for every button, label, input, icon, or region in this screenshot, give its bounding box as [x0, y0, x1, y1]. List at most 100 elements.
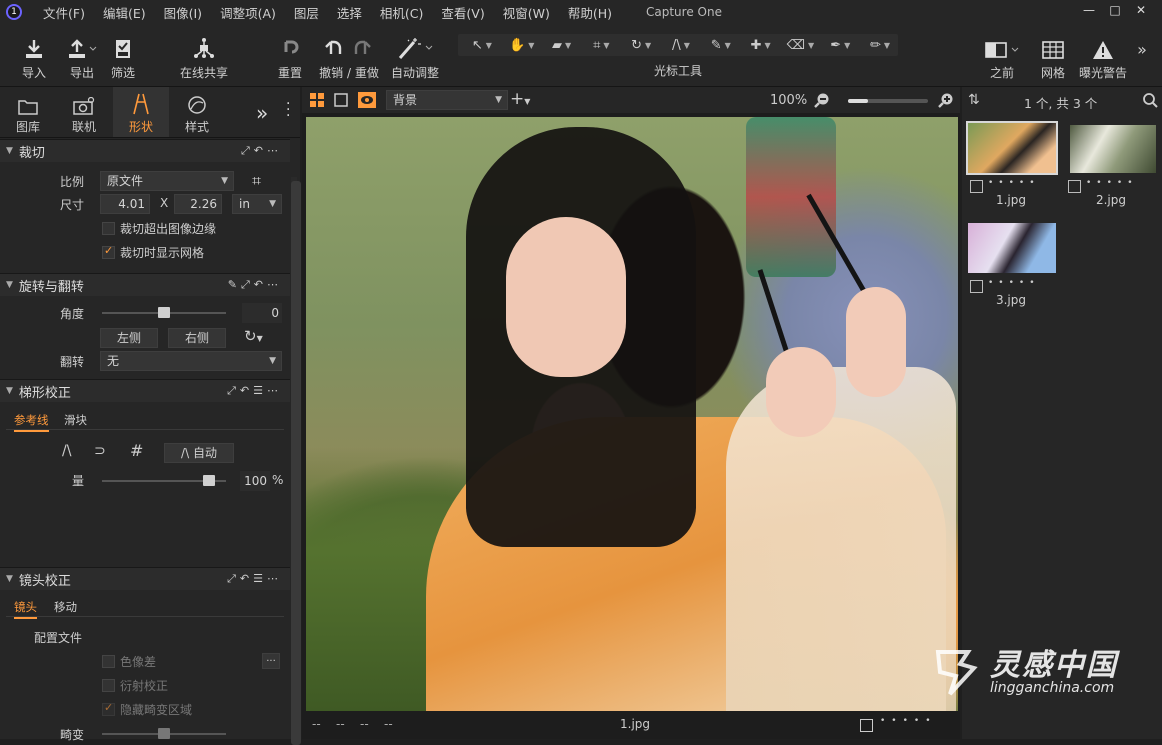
- menu-edit[interactable]: 编辑(E): [94, 3, 155, 22]
- rotate-cursor-tool[interactable]: ↻ ▼: [623, 38, 659, 53]
- menu-layers[interactable]: 图层: [285, 3, 328, 22]
- tab-shape[interactable]: 形状: [113, 87, 169, 137]
- star-rating[interactable]: •••••: [880, 716, 937, 726]
- search-icon[interactable]: [1142, 92, 1158, 111]
- chromatic-checkbox[interactable]: [102, 655, 115, 668]
- select-cursor-tool[interactable]: ↖ ▼: [464, 38, 500, 53]
- annotate-cursor-tool[interactable]: ✏ ▼: [862, 38, 898, 53]
- sort-icon[interactable]: ⇅: [968, 92, 980, 108]
- zoom-out-icon[interactable]: [814, 92, 830, 111]
- tab-styles[interactable]: 样式: [169, 87, 225, 137]
- rotate-right-button[interactable]: 右侧: [168, 328, 226, 348]
- thumbnail-3[interactable]: [966, 221, 1058, 275]
- single-view-icon[interactable]: [334, 93, 348, 110]
- exposure-warning-button[interactable]: 曝光警告: [1078, 30, 1128, 81]
- amount-input[interactable]: 100: [240, 471, 270, 491]
- pan-cursor-tool[interactable]: ✋ ▼: [504, 38, 540, 53]
- add-layer-icon[interactable]: +▼: [510, 89, 530, 109]
- thumbnail-rating[interactable]: •••••: [988, 178, 1040, 188]
- lens-more-button[interactable]: ...: [262, 653, 280, 669]
- crop-cursor-tool[interactable]: ⌗ ▼: [583, 38, 619, 53]
- thumbnail-select-checkbox[interactable]: [970, 280, 983, 293]
- amount-slider[interactable]: [102, 475, 226, 486]
- maximize-button[interactable]: □: [1102, 3, 1128, 17]
- zoom-level[interactable]: 100%: [770, 93, 807, 108]
- thumbnail-select-checkbox[interactable]: [970, 180, 983, 193]
- distortion-slider[interactable]: [102, 728, 226, 739]
- menu-file[interactable]: 文件(F): [34, 3, 94, 22]
- menu-image[interactable]: 图像(I): [155, 3, 211, 22]
- horizontal-keystone-icon[interactable]: ⊃: [94, 443, 106, 459]
- full-keystone-icon[interactable]: #: [130, 441, 143, 460]
- reset-button[interactable]: 重置: [274, 30, 306, 81]
- tab-sliders[interactable]: 滑块: [64, 412, 87, 428]
- angle-slider[interactable]: [102, 307, 226, 318]
- menu-view[interactable]: 查看(V): [432, 3, 493, 22]
- export-button[interactable]: 导出: [62, 30, 102, 81]
- show-grid-checkbox[interactable]: [102, 244, 115, 259]
- hide-distortion-checkbox[interactable]: [102, 701, 115, 716]
- rotate-left-button[interactable]: 左侧: [100, 328, 158, 348]
- loupe-cursor-tool[interactable]: ▰ ▼: [544, 38, 580, 53]
- rotate-section-header[interactable]: ▼ 旋转与翻转 ✎⤢↶⋯: [0, 273, 290, 296]
- before-button[interactable]: 之前: [978, 30, 1026, 81]
- live-share-button[interactable]: 在线共享: [176, 30, 232, 81]
- section-tools-icon[interactable]: ⤢↶☰⋯: [227, 384, 282, 398]
- distortion-slider-knob[interactable]: [158, 728, 170, 739]
- thumbnail-rating[interactable]: •••••: [1086, 178, 1138, 188]
- crop-width-input[interactable]: 4.01: [100, 194, 150, 214]
- diffraction-checkbox[interactable]: [102, 679, 115, 692]
- tab-move[interactable]: 移动: [54, 599, 77, 615]
- keystone-cursor-tool[interactable]: /\ ▼: [663, 38, 699, 53]
- main-image[interactable]: [306, 117, 958, 711]
- section-tools-icon[interactable]: ⤢↶⋯: [241, 144, 282, 158]
- section-tools-icon[interactable]: ⤢↶☰⋯: [227, 572, 282, 586]
- thumbnail-select-checkbox[interactable]: [1068, 180, 1081, 193]
- toolbar-overflow-icon[interactable]: »: [1134, 40, 1150, 59]
- zoom-in-icon[interactable]: [938, 92, 954, 111]
- menu-adjustments[interactable]: 调整项(A): [211, 3, 285, 22]
- thumbnail-rating[interactable]: •••••: [988, 278, 1040, 288]
- auto-keystone-button[interactable]: /\ 自动: [164, 443, 234, 463]
- flip-select[interactable]: 无 ▼: [100, 351, 282, 371]
- import-button[interactable]: 导入: [18, 30, 50, 81]
- proof-eye-icon[interactable]: [358, 92, 376, 111]
- eraser-cursor-tool[interactable]: ⌫ ▼: [783, 38, 819, 53]
- select-checkbox[interactable]: [860, 719, 873, 732]
- tab-library[interactable]: 图库: [0, 87, 56, 137]
- brush-cursor-tool[interactable]: ✎ ▼: [703, 38, 739, 53]
- unit-select[interactable]: in ▼: [232, 194, 282, 214]
- undo-redo-button[interactable]: 撤销 / 重做: [316, 30, 382, 81]
- thumbnail-2[interactable]: [1068, 123, 1158, 175]
- ratio-select[interactable]: 原文件 ▼: [100, 171, 234, 191]
- rotate-options-icon[interactable]: ↻▼: [244, 327, 263, 345]
- crop-section-header[interactable]: ▼ 裁切 ⤢↶⋯: [0, 139, 290, 162]
- thumbnail-1[interactable]: [966, 121, 1058, 175]
- amount-slider-knob[interactable]: [202, 475, 215, 486]
- keystone-section-header[interactable]: ▼ 梯形校正 ⤢↶☰⋯: [0, 379, 290, 402]
- close-button[interactable]: ✕: [1128, 3, 1154, 17]
- auto-adjust-button[interactable]: 自动调整: [388, 30, 442, 81]
- crop-outside-checkbox[interactable]: [102, 222, 115, 235]
- vertical-keystone-icon[interactable]: /\: [62, 443, 71, 459]
- filter-button[interactable]: 筛选: [108, 30, 138, 81]
- layer-select[interactable]: 背景 ▼: [386, 90, 508, 110]
- angle-input[interactable]: 0: [242, 303, 282, 323]
- tab-menu-icon[interactable]: · · ·: [286, 97, 290, 123]
- zoom-slider[interactable]: [848, 99, 928, 103]
- minimize-button[interactable]: —: [1076, 3, 1102, 17]
- section-tools-icon[interactable]: ✎⤢↶⋯: [228, 278, 282, 292]
- tools-scrollbar[interactable]: [291, 177, 301, 745]
- more-tabs-icon[interactable]: »: [256, 101, 268, 125]
- crop-height-input[interactable]: 2.26: [174, 194, 222, 214]
- menu-select[interactable]: 选择: [328, 3, 371, 22]
- lens-section-header[interactable]: ▼ 镜头校正 ⤢↶☰⋯: [0, 567, 290, 590]
- multi-view-icon[interactable]: [310, 93, 324, 110]
- menu-help[interactable]: 帮助(H): [559, 3, 621, 22]
- heal-cursor-tool[interactable]: ✚ ▼: [743, 38, 779, 53]
- tab-tethered[interactable]: 联机: [56, 87, 112, 137]
- menu-window[interactable]: 视窗(W): [494, 3, 559, 22]
- grid-button[interactable]: 网格: [1036, 30, 1070, 81]
- menu-camera[interactable]: 相机(C): [371, 3, 432, 22]
- angle-slider-knob[interactable]: [158, 307, 170, 318]
